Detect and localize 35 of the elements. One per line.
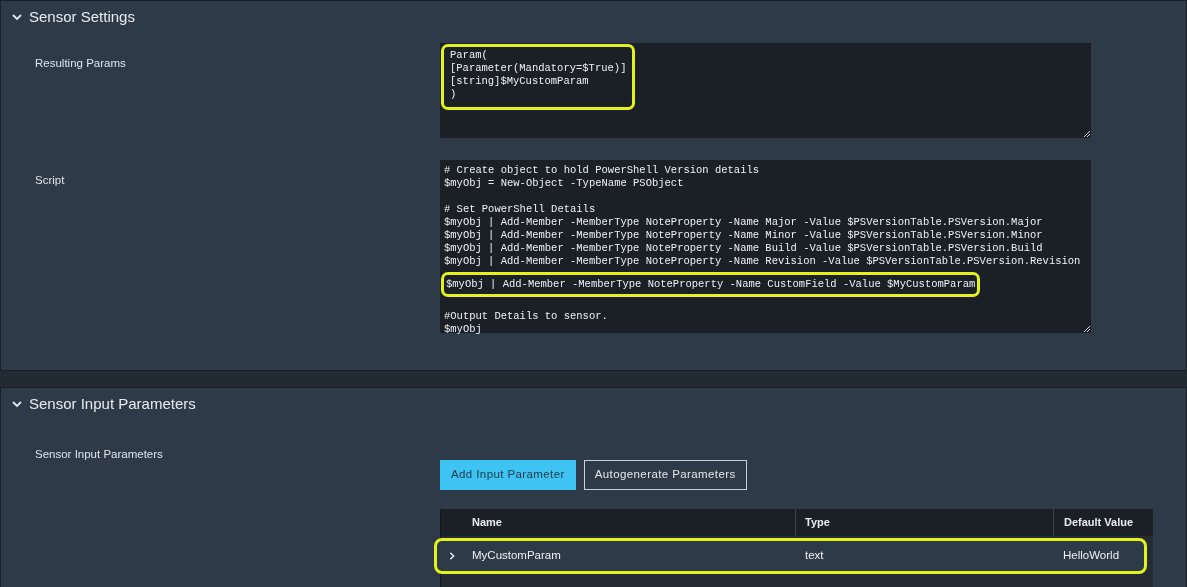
section-title: Sensor Settings	[29, 6, 135, 27]
code-line: )	[450, 88, 458, 101]
column-header[interactable]: Name	[441, 509, 795, 536]
expand-icon[interactable]	[447, 551, 457, 561]
autogenerate-button[interactable]: Autogenerate Parameters	[583, 460, 747, 490]
collapse-icon[interactable]	[11, 11, 23, 23]
table-row[interactable]: MyCustomParam text HelloWorld	[437, 541, 1144, 571]
collapse-icon[interactable]	[11, 398, 23, 410]
column-header[interactable]: Default Value	[1053, 509, 1153, 536]
field-label: Script	[34, 173, 66, 188]
resize-grip-icon[interactable]	[1084, 326, 1090, 332]
code-line: [string]$MyCustomParam	[450, 75, 590, 88]
code-line: $myObj | Add-Member -MemberType NoteProperty -Name Minor -Value $PSVersionTable.PSVersion.Minor	[444, 229, 1044, 242]
code-line: $myObj | Add-Member -MemberType NoteProperty -Name CustomField -Value $MyCustomParam	[446, 278, 976, 291]
resize-grip-icon[interactable]	[1084, 131, 1090, 137]
code-line: $myObj | Add-Member -MemberType NoteProperty -Name Build -Value $PSVersionTable.PSVersion.Build	[444, 242, 1044, 255]
table-cell-text: text	[804, 548, 825, 564]
params-textarea[interactable]: Param( [Parameter(Mandatory=$True)] [string]$MyCustomParam )	[440, 43, 1091, 138]
field-label: Sensor Input Parameters	[34, 447, 164, 462]
code-line: Param(	[450, 49, 489, 62]
code-line: $myObj = New-Object -TypeName PSObject	[444, 177, 685, 190]
field-label: Resulting Params	[34, 56, 127, 71]
code-line: #Output Details to sensor.	[444, 310, 608, 323]
add-button[interactable]: Add Input Parameter	[440, 460, 576, 490]
code-line: # Set PowerShell Details	[444, 203, 597, 216]
code-line: $myObj	[444, 323, 483, 336]
code-line: $myObj | Add-Member -MemberType NoteProperty -Name Revision -Value $PSVersionTable.PSVersion.Revision	[444, 255, 1081, 268]
section-title: Sensor Input Parameters	[29, 393, 196, 414]
column-header[interactable]: Type	[795, 509, 1053, 536]
code-line: [Parameter(Mandatory=$True)]	[450, 62, 627, 75]
code-line: # Create object to hold PowerShell Version details	[444, 164, 760, 177]
code-line: $myObj | Add-Member -MemberType NoteProperty -Name Major -Value $PSVersionTable.PSVersion.Major	[444, 216, 1044, 229]
table-cell-text: MyCustomParam	[472, 548, 562, 564]
script-textarea[interactable]	[440, 160, 1091, 333]
table-cell-text: HelloWorld	[1062, 548, 1121, 564]
